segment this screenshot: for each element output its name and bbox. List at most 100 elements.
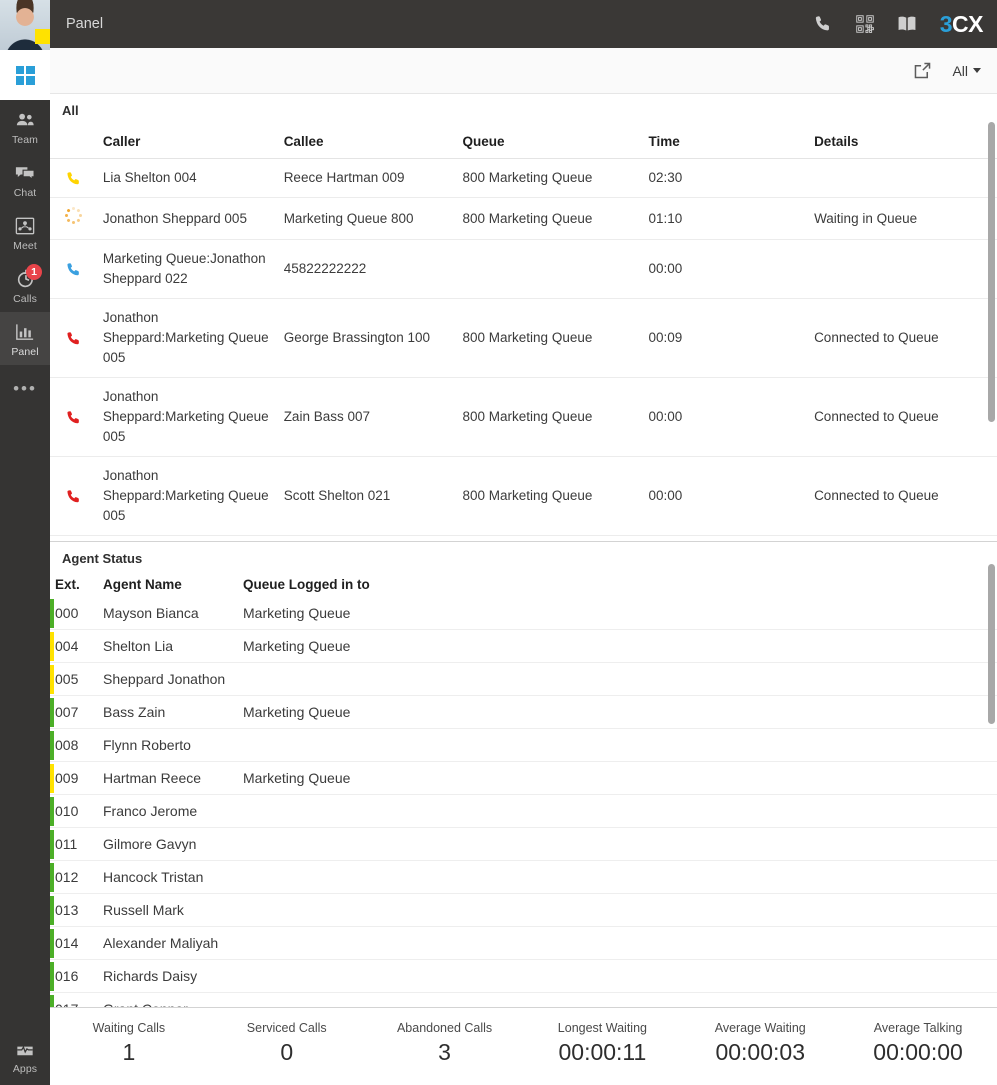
agent-table-row[interactable]: 004 Shelton Lia Marketing Queue — [50, 629, 997, 663]
calls-scroll-area[interactable]: Caller Callee Queue Time Details Lia She… — [50, 126, 997, 541]
stat-value: 00:00:03 — [715, 1039, 805, 1065]
call-status-icon-cell — [50, 298, 103, 378]
sidebar-item-label: Panel — [11, 346, 39, 358]
sidebar-item-label: Chat — [13, 187, 37, 199]
sidebar-item-label: Team — [11, 134, 39, 146]
phone-connected-icon — [67, 263, 79, 276]
call-callee: Reece Hartman 009 — [283, 158, 463, 198]
agents-scrollbar-thumb[interactable] — [988, 564, 995, 724]
agent-extension: 008 — [55, 728, 103, 762]
agent-table-row[interactable]: 016 Richards Daisy — [50, 959, 997, 993]
agent-table-row[interactable]: 005 Sheppard Jonathon — [50, 662, 997, 696]
windows-logo-icon[interactable] — [0, 50, 50, 100]
phone-talking-icon — [67, 490, 79, 503]
stat-waiting-calls: Waiting Calls 1 — [50, 1021, 208, 1066]
stat-average-talking: Average Talking 00:00:00 — [839, 1021, 997, 1066]
stat-value: 00:00:11 — [558, 1039, 647, 1065]
call-time: 00:00 — [648, 456, 815, 536]
stat-label: Abandoned Calls — [396, 1021, 493, 1035]
agent-table-row[interactable]: 011 Gilmore Gavyn — [50, 827, 997, 861]
calls-table-row[interactable]: Lia Shelton 004 Reece Hartman 009 800 Mark… — [50, 158, 997, 198]
avatar[interactable] — [0, 0, 50, 50]
sidebar-item-label: Meet — [13, 240, 37, 252]
chevron-down-icon — [973, 68, 981, 73]
waiting-spinner-icon — [64, 207, 82, 224]
agent-queue — [243, 728, 997, 762]
agent-table-row[interactable]: 013 Russell Mark — [50, 893, 997, 927]
call-time: 02:30 — [648, 158, 815, 198]
calls-table-row[interactable]: Jonathon Sheppard:Marketing Queue 005 Zai… — [50, 377, 997, 457]
calls-status-col — [50, 126, 103, 159]
agent-extension: 016 — [55, 959, 103, 993]
agents-col-name: Agent Name — [103, 577, 182, 592]
phone-talking-icon — [67, 332, 79, 345]
avatar-status-indicator — [35, 29, 50, 44]
calls-table-row[interactable]: Jonathon Sheppard:Marketing Queue 005 Sco… — [50, 456, 997, 536]
agent-name: Gilmore Gavyn — [103, 827, 243, 861]
agent-name: Franco Jerome — [103, 794, 243, 828]
logo-3: 3 — [939, 10, 953, 37]
calls-scrollbar-track[interactable] — [986, 94, 997, 541]
sidebar-item-panel[interactable]: Panel — [0, 312, 50, 365]
calls-table-row[interactable]: Jonathon Sheppard 005 Marketing Queue 800… — [50, 197, 997, 240]
sidebar-item-label: Calls — [13, 293, 37, 305]
sidebar-item-team[interactable]: Team — [0, 100, 50, 153]
active-calls-panel: All Caller Callee Queue Time Details Lia — [50, 94, 997, 541]
sidebar-item-apps[interactable]: Apps — [0, 1029, 50, 1085]
agent-table-row[interactable]: 000 Mayson Bianca Marketing Queue — [50, 597, 997, 630]
page-title: Panel — [66, 16, 104, 32]
meet-icon — [15, 217, 35, 235]
3cx-logo[interactable]: 3CX — [939, 10, 984, 38]
stat-longest-waiting: Longest Waiting 00:00:11 — [523, 1021, 681, 1066]
calls-table-row[interactable]: Marketing Queue:Jonathon Sheppard 022 458… — [50, 239, 997, 299]
calls-table-row[interactable]: Jonathon Sheppard:Marketing Queue 005 Geo… — [50, 298, 997, 378]
sidebar-item-chat[interactable]: Chat — [0, 153, 50, 206]
stat-label: Average Waiting — [714, 1021, 806, 1035]
sidebar-item-meet[interactable]: Meet — [0, 206, 50, 259]
agents-table: Ext. Agent Name Queue Logged in to 000 Ma… — [50, 574, 997, 1007]
agent-table-row[interactable]: 014 Alexander Maliyah — [50, 926, 997, 960]
agents-scrollbar-track[interactable] — [986, 542, 997, 1007]
qr-code-icon[interactable] — [854, 13, 876, 35]
agent-extension: 011 — [55, 827, 103, 861]
agents-table-header-row: Ext. Agent Name Queue Logged in to — [50, 574, 997, 597]
agent-table-row[interactable]: 012 Hancock Tristan — [50, 860, 997, 894]
sidebar-item-calls[interactable]: 1 Calls — [0, 259, 50, 312]
agent-table-row[interactable]: 017Grant Connor — [50, 992, 997, 1007]
agent-table-row[interactable]: 007 Bass Zain Marketing Queue — [50, 695, 997, 729]
agent-table-row[interactable]: 010 Franco Jerome — [50, 794, 997, 828]
call-time: 00:00 — [648, 377, 815, 457]
phonebook-icon[interactable] — [896, 13, 918, 35]
calls-scrollbar-thumb[interactable] — [988, 122, 995, 422]
agents-scroll-area[interactable]: Ext. Agent Name Queue Logged in to 000 Ma… — [50, 574, 997, 1007]
agent-extension: 005 — [55, 662, 103, 696]
agent-table-row[interactable]: 008 Flynn Roberto — [50, 728, 997, 762]
agent-queue — [243, 860, 997, 894]
phone-ringing-icon — [67, 172, 79, 185]
call-details — [814, 158, 997, 198]
agent-table-row[interactable]: 009 Hartman Reece Marketing Queue — [50, 761, 997, 795]
chat-icon — [15, 167, 35, 181]
agent-queue: Marketing Queue — [243, 597, 997, 630]
agent-queue — [243, 926, 997, 960]
call-status-icon-cell — [50, 158, 103, 198]
agent-extension: 004 — [55, 629, 103, 663]
calls-table: Caller Callee Queue Time Details Lia She… — [50, 126, 997, 541]
call-details — [814, 239, 997, 299]
external-link-icon[interactable] — [913, 61, 932, 80]
agent-queue — [243, 662, 997, 696]
filter-dropdown-label: All — [952, 62, 968, 79]
call-status-icon-cell — [50, 239, 103, 299]
agent-extension: 010 — [55, 794, 103, 828]
top-bar: Panel 3CX — [50, 0, 997, 48]
calls-col-details: Details — [814, 126, 997, 159]
phone-icon[interactable] — [812, 13, 834, 35]
call-caller: Jonathon Sheppard:Marketing Queue 005 — [102, 456, 284, 536]
agent-name: Hartman Reece — [103, 761, 243, 795]
stat-average-waiting: Average Waiting 00:00:03 — [681, 1021, 839, 1066]
call-queue: 800 Marketing Queue — [462, 456, 649, 536]
sidebar-more-button[interactable]: ••• — [13, 379, 37, 399]
filter-dropdown[interactable]: All — [952, 63, 985, 79]
agent-extension: 012 — [55, 860, 103, 894]
call-details: Waiting in Queue — [814, 197, 997, 240]
